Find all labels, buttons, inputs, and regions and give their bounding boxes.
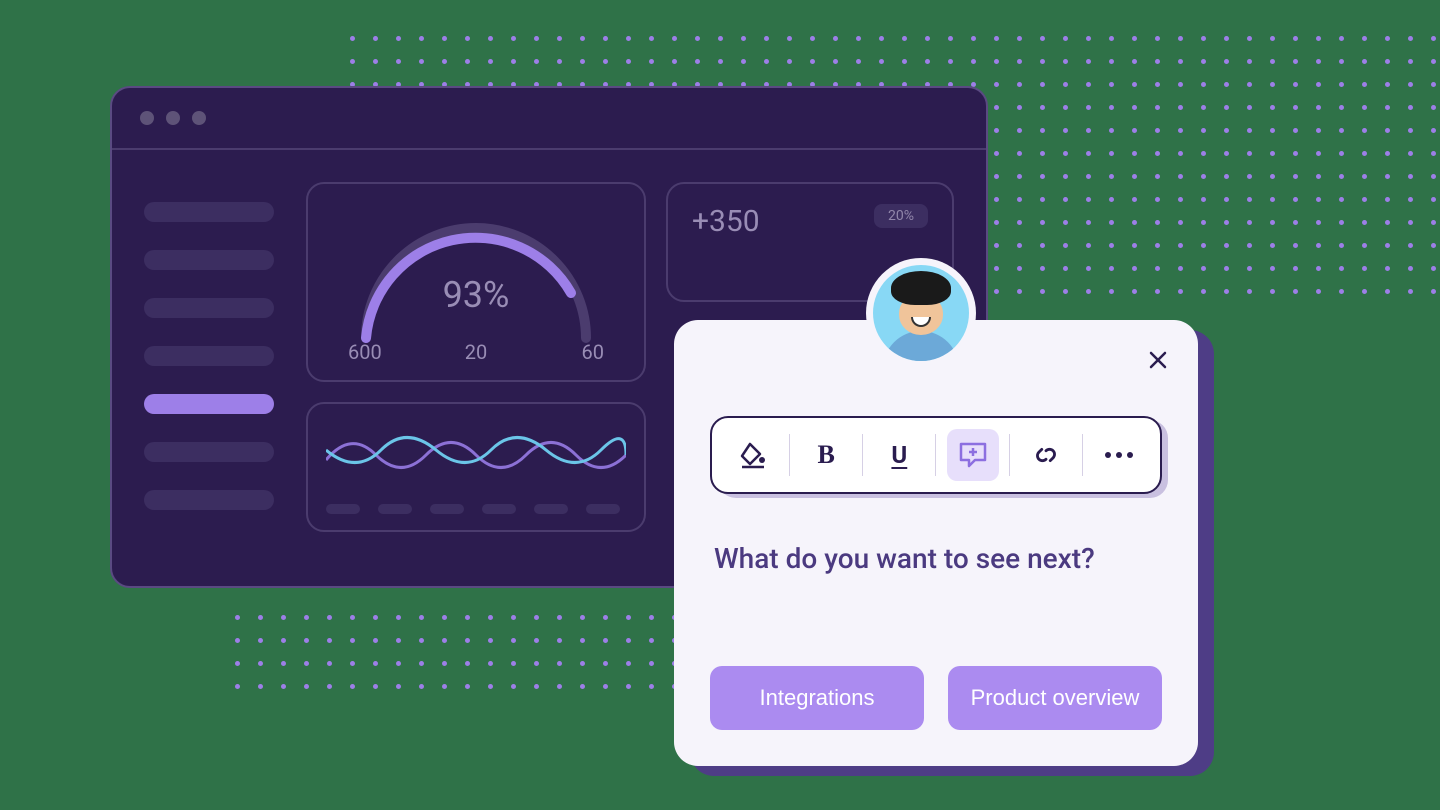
fill-icon [738, 440, 768, 470]
fill-button[interactable] [727, 429, 779, 481]
gauge-value: 93% [308, 274, 644, 316]
sidebar-item-5-active[interactable] [144, 394, 274, 414]
traffic-light-maximize[interactable] [192, 111, 206, 125]
bold-button[interactable]: B [800, 429, 852, 481]
comment-icon [957, 440, 989, 470]
sidebar-item-6[interactable] [144, 442, 274, 462]
sparkline-label-5 [534, 504, 568, 514]
sparkline-label-2 [378, 504, 412, 514]
gauge-tick-mid: 20 [465, 340, 487, 364]
gauge-tick-left: 600 [348, 340, 382, 364]
prompt-popup: B U What do you want to s [674, 320, 1198, 766]
more-button[interactable] [1093, 429, 1145, 481]
traffic-light-minimize[interactable] [166, 111, 180, 125]
stat-badge: 20% [874, 204, 928, 228]
gauge-widget: 93% 600 20 60 [306, 182, 646, 382]
prompt-text: What do you want to see next? [710, 542, 1162, 575]
close-button[interactable] [1148, 350, 1168, 370]
underline-button[interactable]: U [873, 429, 925, 481]
product-overview-button[interactable]: Product overview [948, 666, 1162, 730]
sidebar-item-3[interactable] [144, 298, 274, 318]
sidebar [144, 182, 274, 554]
avatar-container [866, 258, 976, 368]
sparkline-widget [306, 402, 646, 532]
sidebar-item-1[interactable] [144, 202, 274, 222]
underline-icon: U [891, 441, 907, 469]
sparkline-label-6 [586, 504, 620, 514]
link-icon [1031, 440, 1061, 470]
sidebar-item-2[interactable] [144, 250, 274, 270]
integrations-button[interactable]: Integrations [710, 666, 924, 730]
sparkline-label-4 [482, 504, 516, 514]
traffic-light-close[interactable] [140, 111, 154, 125]
sparkline-label-3 [430, 504, 464, 514]
sidebar-item-4[interactable] [144, 346, 274, 366]
titlebar [112, 88, 986, 148]
gauge-tick-right: 60 [582, 340, 604, 364]
avatar [873, 265, 969, 361]
stat-value: +350 [692, 204, 760, 239]
sidebar-item-7[interactable] [144, 490, 274, 510]
gauge-labels: 600 20 60 [348, 340, 604, 364]
more-icon [1105, 452, 1133, 458]
format-toolbar: B U [710, 416, 1162, 494]
bold-icon: B [818, 440, 835, 470]
link-button[interactable] [1020, 429, 1072, 481]
comment-button[interactable] [947, 429, 999, 481]
sparkline-label-1 [326, 504, 360, 514]
